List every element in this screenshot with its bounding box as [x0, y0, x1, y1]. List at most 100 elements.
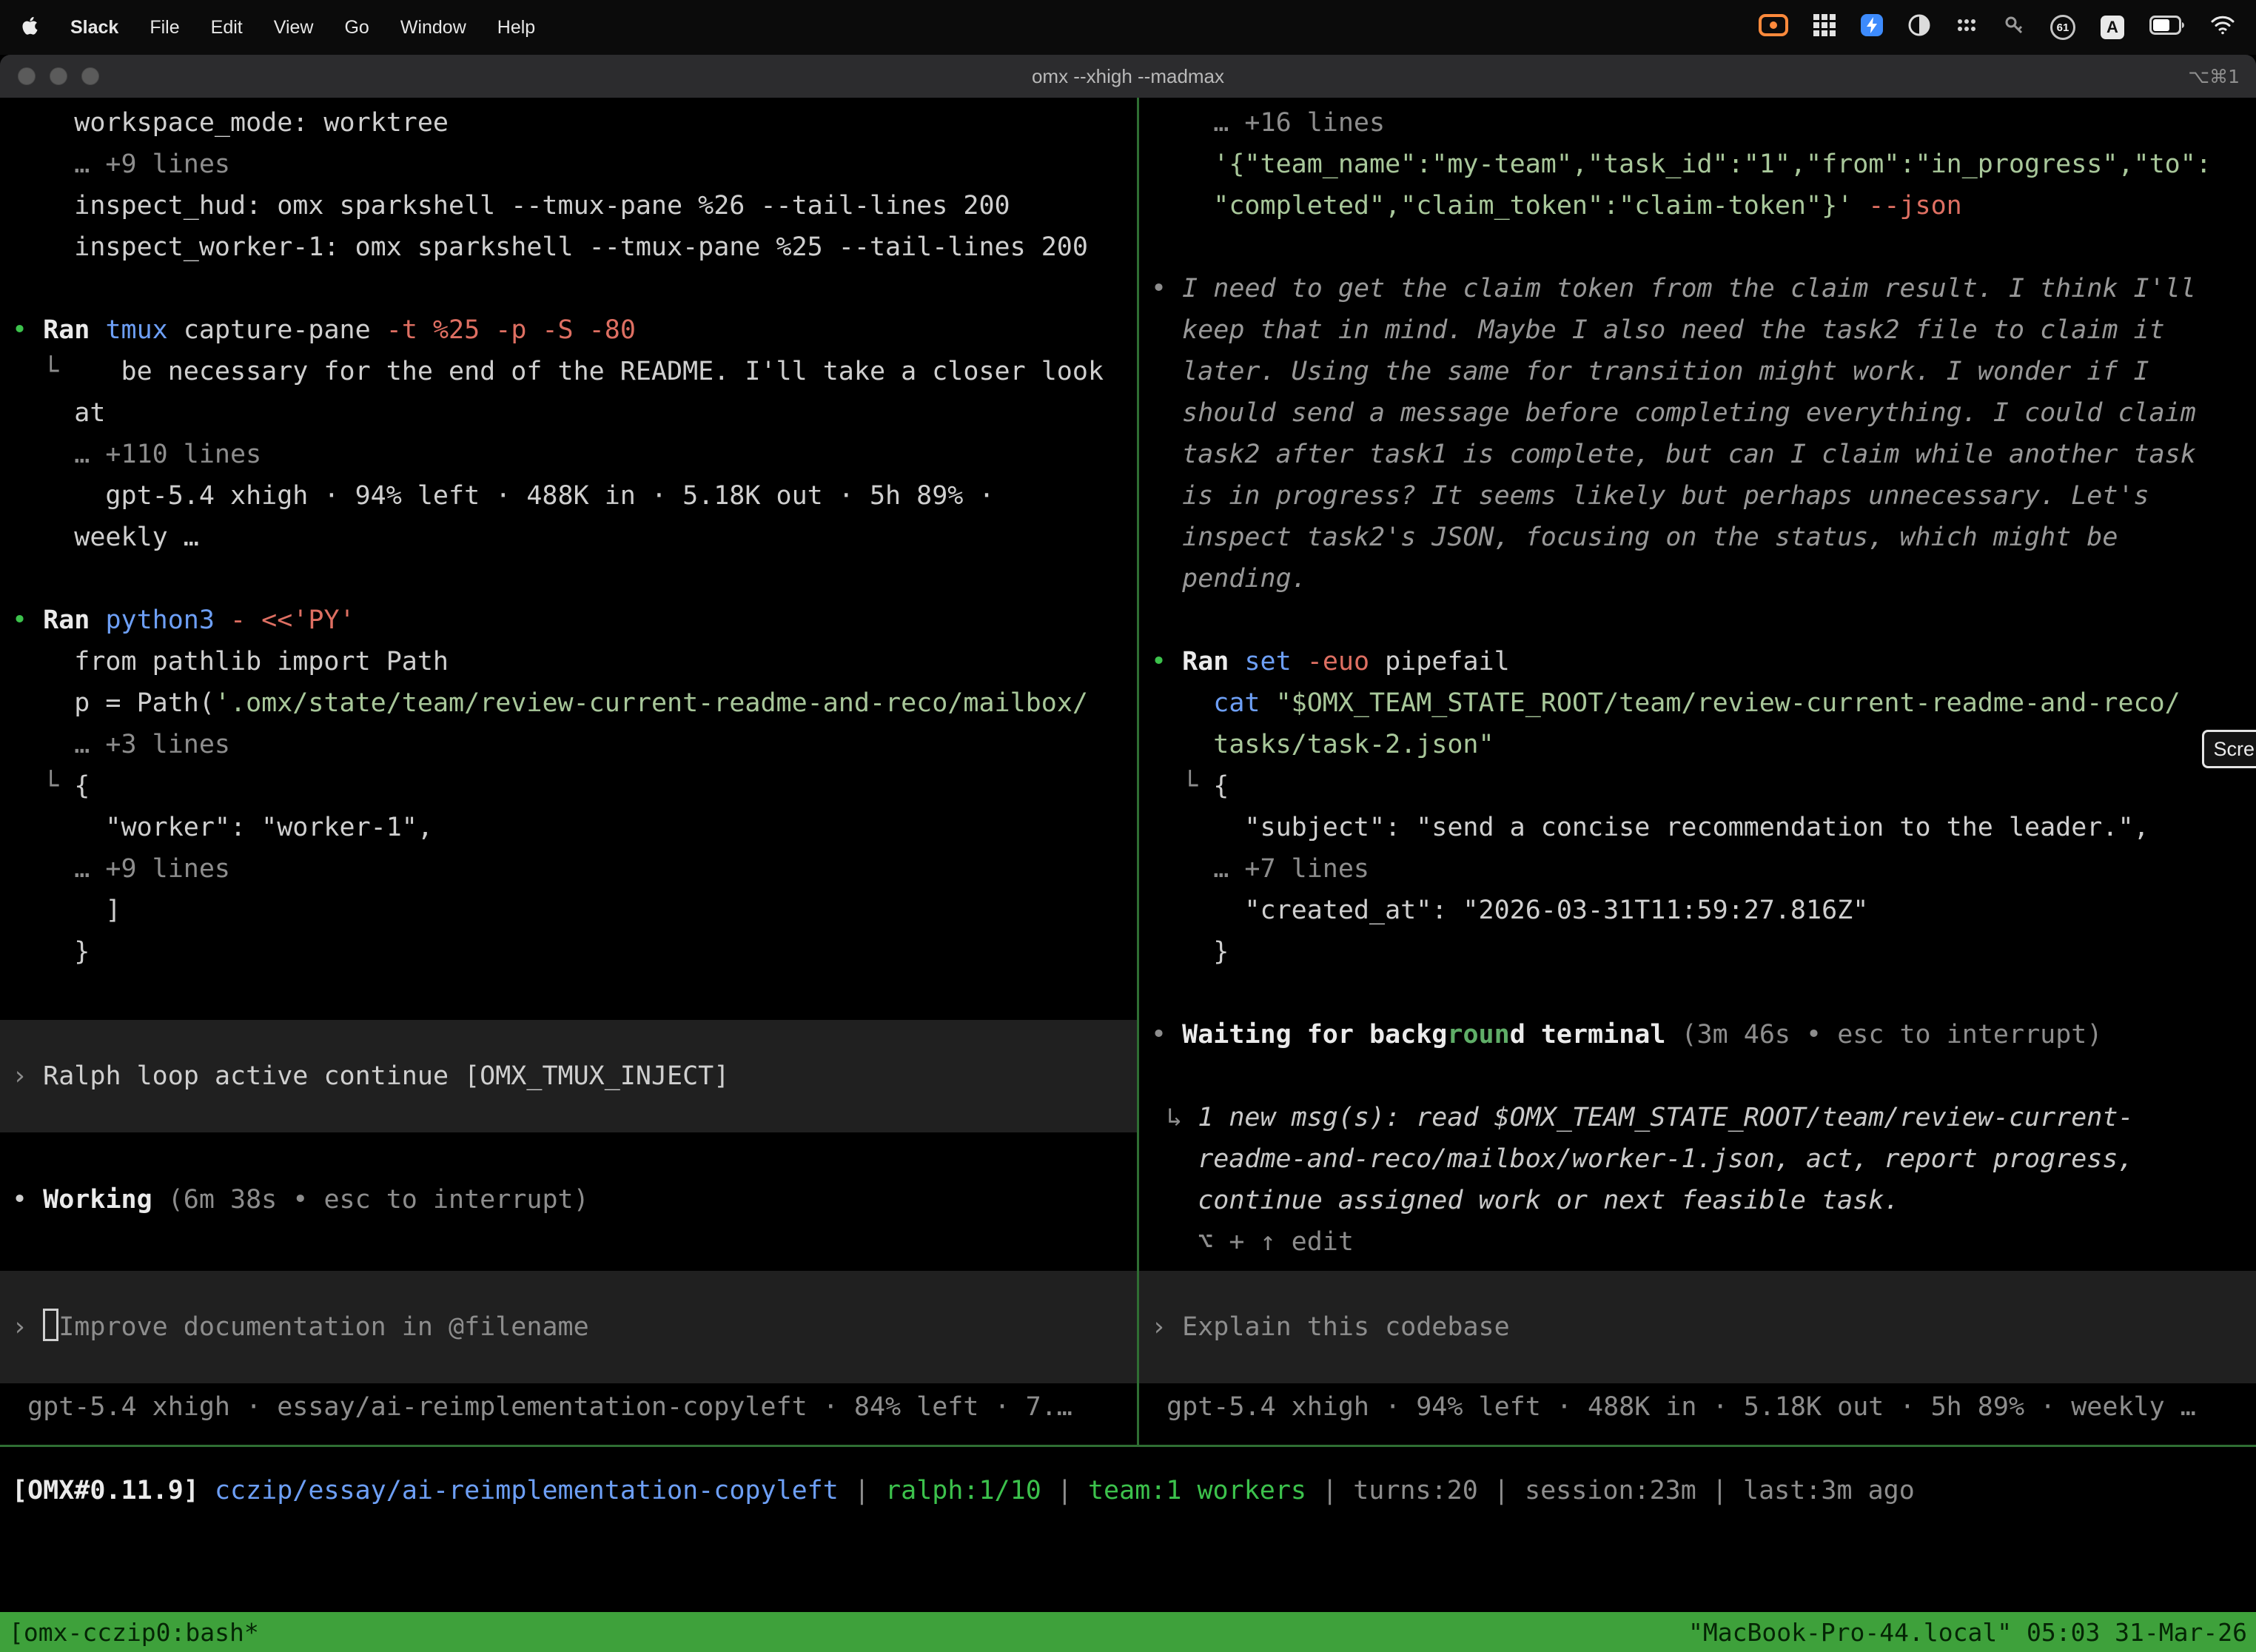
menu-items: File Edit View Go Window Help [150, 17, 535, 38]
terminal-line: • Working (6m 38s • esc to interrupt) [12, 1179, 1137, 1220]
terminal-scrollback: workspace_mode: worktree… +9 linesinspec… [12, 102, 1137, 973]
battery-icon[interactable] [2149, 16, 2185, 40]
terminal-line [12, 268, 1137, 309]
session-status-line: gpt-5.4 xhigh · 94% left · 488K in · 5.1… [1151, 1386, 2256, 1428]
menu-bar: Slack File Edit View Go Window Help 61 [0, 0, 2256, 55]
apple-menu[interactable] [21, 16, 39, 38]
terminal-line: at [12, 392, 1137, 434]
terminal-line: task2 after task1 is complete, but can I… [1151, 434, 2256, 475]
menu-item-view[interactable]: View [274, 17, 314, 38]
terminal-line: p = Path('.omx/state/team/review-current… [12, 682, 1137, 724]
traffic-lights [18, 67, 99, 85]
terminal-line: readme-and-reco/mailbox/worker-1.json, a… [1151, 1138, 2256, 1180]
window-title-bar[interactable]: omx --xhigh --madmax ⌥⌘1 [0, 55, 2256, 98]
terminal-line [12, 558, 1137, 600]
terminal-line: • Waiting for background terminal (3m 46… [1151, 1014, 2256, 1055]
close-button[interactable] [18, 67, 36, 85]
blue-app-icon[interactable] [1861, 14, 1883, 41]
omx-status-line: [OMX#0.11.9] cczip/essay/ai-reimplementa… [12, 1470, 1915, 1511]
terminal-line: keep that in mind. Maybe I also need the… [1151, 309, 2256, 351]
menu-item-go[interactable]: Go [344, 17, 369, 38]
tmux-session-label: [omx-cczip0:bash* [9, 1618, 259, 1647]
contrast-circle-icon[interactable] [1908, 14, 1930, 41]
clipped-tooltip: Scre [2202, 730, 2256, 768]
terminal-line: "completed","claim_token":"claim-token"}… [1151, 185, 2256, 226]
terminal-line: └ { [1151, 765, 2256, 807]
terminal-line: • Ran tmux capture-pane -t %25 -p -S -80 [12, 309, 1137, 351]
terminal-line [1151, 973, 2256, 1014]
injected-message[interactable]: › Ralph loop active continue [OMX_TMUX_I… [0, 1020, 1137, 1132]
menu-bar-status-icons: 61 A [1759, 14, 2235, 41]
terminal-line: pending. [1151, 558, 2256, 600]
terminal-line [1151, 226, 2256, 268]
window-title: omx --xhigh --madmax [0, 65, 2256, 88]
input-source-icon[interactable]: A [2101, 16, 2124, 39]
clipped-tooltip-text: Scre [2213, 738, 2255, 761]
tmux-status-bar: [omx-cczip0:bash* "MacBook-Pro-44.local"… [0, 1612, 2256, 1652]
working-status: • Working (6m 38s • esc to interrupt) [12, 1179, 1137, 1220]
terminal-line: • Ran set -euo pipefail [1151, 641, 2256, 682]
grid-icon[interactable] [1813, 14, 1836, 41]
zoom-button[interactable] [81, 67, 99, 85]
terminal-line: } [12, 931, 1137, 973]
window-shortcut-badge: ⌥⌘1 [2188, 66, 2240, 87]
terminal-line: ↳ 1 new msg(s): read $OMX_TEAM_STATE_ROO… [1151, 1097, 2256, 1138]
terminal-line: … +9 lines [12, 144, 1137, 185]
terminal-line: … +3 lines [12, 724, 1137, 765]
terminal-line: inspect_worker-1: omx sparkshell --tmux-… [12, 226, 1137, 268]
terminal-line: › Improve documentation in @filename [12, 1306, 1137, 1348]
terminal-line: should send a message before completing … [1151, 392, 2256, 434]
screen-recording-icon[interactable] [1759, 14, 1788, 41]
terminal-line: } [1151, 931, 2256, 973]
wifi-icon[interactable] [2210, 15, 2235, 41]
terminal-line: is in progress? It seems likely but perh… [1151, 475, 2256, 517]
terminal-scrollback: … +16 lines'{"team_name":"my-team","task… [1151, 102, 2256, 1263]
terminal-pane-right[interactable]: … +16 lines'{"team_name":"my-team","task… [1139, 98, 2256, 1445]
terminal-line: • Ran python3 - <<'PY' [12, 600, 1137, 641]
terminal-line: "worker": "worker-1", [12, 807, 1137, 848]
menu-item-edit[interactable]: Edit [211, 17, 243, 38]
badge-61-label: 61 [2057, 21, 2069, 34]
menu-item-file[interactable]: File [150, 17, 179, 38]
terminal-line: ] [12, 890, 1137, 931]
terminal-line: cat "$OMX_TEAM_STATE_ROOT/team/review-cu… [1151, 682, 2256, 724]
terminal-line: └ { [12, 765, 1137, 807]
terminal-line: … +7 lines [1151, 848, 2256, 890]
terminal-line [1151, 600, 2256, 641]
terminal-line: ⌥ + ↑ edit [1151, 1221, 2256, 1263]
pane-divider-horizontal[interactable] [0, 1445, 2256, 1447]
dots-grid-icon[interactable] [1955, 14, 1978, 41]
composer-input[interactable]: › Improve documentation in @filename [0, 1271, 1137, 1383]
terminal-line: workspace_mode: worktree [12, 102, 1137, 144]
badge-61-icon[interactable]: 61 [2050, 15, 2075, 40]
terminal-line: └ be necessary for the end of the README… [12, 351, 1137, 392]
session-status-line: gpt-5.4 xhigh · essay/ai-reimplementatio… [12, 1386, 1137, 1428]
terminal-line: › Ralph loop active continue [OMX_TMUX_I… [12, 1055, 1137, 1097]
screen: Slack File Edit View Go Window Help 61 [0, 0, 2256, 1652]
terminal-line: "created_at": "2026-03-31T11:59:27.816Z" [1151, 890, 2256, 931]
terminal-line: › Explain this codebase [1151, 1306, 2256, 1348]
app-menu-slack[interactable]: Slack [70, 17, 118, 38]
terminal-line: gpt-5.4 xhigh · 94% left · 488K in · 5.1… [1151, 1386, 2256, 1428]
terminal-line: • I need to get the claim token from the… [1151, 268, 2256, 309]
terminal-line: '{"team_name":"my-team","task_id":"1","f… [1151, 144, 2256, 185]
key-icon[interactable] [2003, 14, 2025, 41]
menu-bar-left: Slack File Edit View Go Window Help [21, 16, 535, 38]
terminal-line: from pathlib import Path [12, 641, 1137, 682]
menu-item-window[interactable]: Window [400, 17, 466, 38]
terminal-line: weekly … [12, 517, 1137, 558]
terminal-line: … +9 lines [12, 848, 1137, 890]
terminal-line: gpt-5.4 xhigh · 94% left · 488K in · 5.1… [12, 475, 1137, 517]
composer-input[interactable]: › Explain this codebase [1139, 1271, 2256, 1383]
terminal-line: continue assigned work or next feasible … [1151, 1180, 2256, 1221]
terminal-line: … +16 lines [1151, 102, 2256, 144]
terminal-line: later. Using the same for transition mig… [1151, 351, 2256, 392]
terminal-line: … +110 lines [12, 434, 1137, 475]
terminal-line [1151, 1055, 2256, 1097]
terminal-pane-left[interactable]: workspace_mode: worktree… +9 linesinspec… [0, 98, 1137, 1445]
tmux-host-clock-label: "MacBook-Pro-44.local" 05:03 31-Mar-26 [1688, 1618, 2247, 1647]
terminal-line: gpt-5.4 xhigh · essay/ai-reimplementatio… [12, 1386, 1137, 1428]
terminal-line: tasks/task-2.json" [1151, 724, 2256, 765]
minimize-button[interactable] [50, 67, 67, 85]
menu-item-help[interactable]: Help [497, 17, 535, 38]
